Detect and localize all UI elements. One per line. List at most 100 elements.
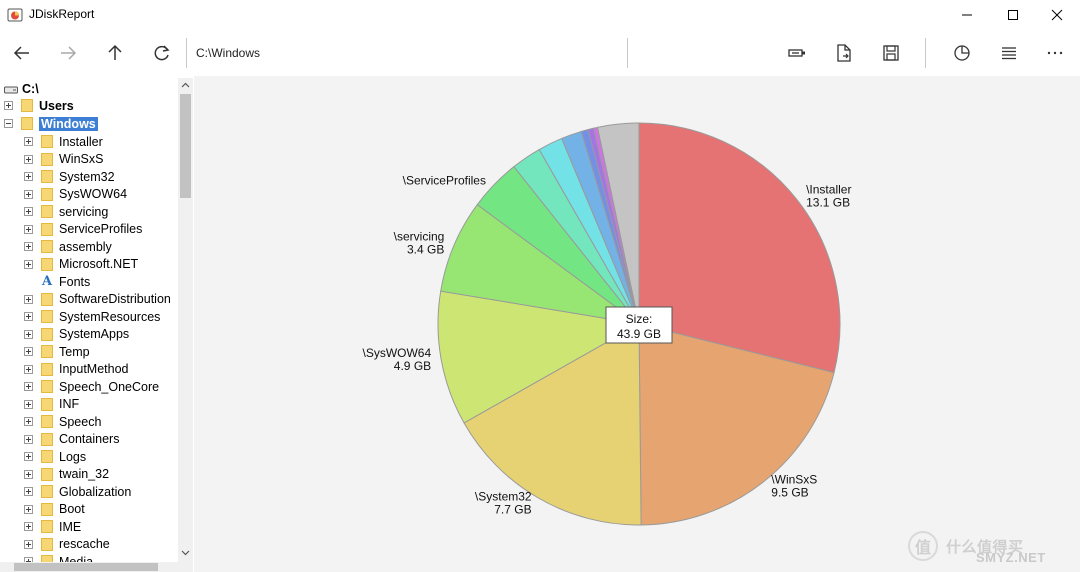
tree-item[interactable]: Speech [24, 413, 101, 430]
folder-icon [41, 345, 53, 358]
tree-item-label: SoftwareDistribution [59, 292, 171, 306]
expand-icon[interactable] [24, 207, 33, 216]
tree-item[interactable]: WinSxS [24, 151, 103, 168]
slice-name: \servicing [394, 229, 445, 243]
tree-item-label: Logs [59, 449, 87, 464]
tree-item[interactable]: SoftwareDistribution [24, 291, 171, 308]
title-bar: JDiskReport [0, 0, 1080, 30]
expand-icon[interactable] [24, 469, 33, 479]
expand-icon[interactable] [24, 539, 33, 549]
expand-icon[interactable] [24, 364, 33, 374]
scrollbar-thumb[interactable] [14, 563, 158, 571]
tree-root-label: C:\ [22, 81, 39, 96]
tree-root[interactable]: C:\ [4, 80, 39, 97]
tree-item[interactable]: INF [24, 396, 79, 413]
refresh-button[interactable] [146, 38, 178, 68]
list-view-button[interactable] [993, 38, 1025, 68]
expand-icon[interactable] [24, 504, 33, 514]
tree-item[interactable]: Logs [24, 448, 86, 465]
expand-icon[interactable] [24, 399, 33, 409]
minimize-button[interactable] [944, 0, 990, 30]
tree-item[interactable]: System32 [24, 168, 115, 185]
pie-view-button[interactable] [946, 38, 978, 68]
maximize-button[interactable] [990, 0, 1036, 30]
expand-icon[interactable] [24, 487, 33, 496]
tree-item-label: SysWOW64 [59, 187, 128, 201]
tree-item[interactable]: InputMethod [24, 361, 129, 378]
scroll-down-icon[interactable] [181, 548, 190, 557]
folder-icon [41, 292, 53, 306]
expand-icon[interactable] [24, 382, 33, 391]
total-size-title: Size: [626, 312, 653, 326]
toolbar-divider [627, 38, 628, 68]
expand-icon[interactable] [24, 434, 33, 444]
tree-item[interactable]: servicing [24, 203, 108, 220]
folder-icon [41, 520, 53, 533]
tree-item[interactable]: Containers [24, 431, 119, 448]
tree-item[interactable]: Installer [24, 133, 103, 150]
tree-item[interactable]: SystemApps [24, 326, 129, 343]
tree-item-users[interactable]: Users [4, 97, 74, 114]
expand-icon[interactable] [24, 294, 33, 304]
tree-item[interactable]: SystemResources [24, 308, 160, 325]
tree-item[interactable]: Temp [24, 343, 90, 360]
tree-item[interactable]: IME [24, 518, 81, 535]
collapse-icon[interactable] [4, 119, 13, 128]
expand-icon[interactable] [24, 417, 33, 426]
tree-item-label: Users [39, 98, 74, 113]
chart-panel: \Installer 13.1 GB \WinSxS 9.5 GB \System32 7… [194, 76, 1080, 572]
scan-button[interactable] [781, 38, 813, 68]
expand-icon[interactable] [24, 522, 33, 531]
tree-item-label: Temp [59, 344, 90, 359]
back-button[interactable] [6, 38, 38, 68]
close-button[interactable] [1034, 0, 1080, 30]
tree-item[interactable]: SysWOW64 [24, 186, 127, 203]
save-button[interactable] [875, 38, 907, 68]
tree-item-label: assembly [59, 239, 112, 254]
forward-button[interactable] [52, 38, 84, 68]
expand-icon[interactable] [24, 224, 33, 234]
scroll-up-icon[interactable] [181, 81, 190, 90]
slice-name: \ServiceProfiles [403, 173, 486, 187]
expand-icon[interactable] [24, 347, 33, 356]
tree-item[interactable]: A Fonts [24, 273, 90, 290]
expand-icon[interactable] [24, 154, 33, 164]
path-field[interactable]: C:\Windows [196, 46, 260, 60]
tree-item[interactable]: Media [24, 553, 93, 562]
tree-item[interactable]: Speech_OneCore [24, 378, 159, 395]
export-button[interactable] [828, 38, 860, 68]
expand-icon[interactable] [24, 452, 33, 461]
expand-icon[interactable] [24, 259, 33, 269]
slice-size: 13.1 GB [806, 196, 850, 210]
forward-icon [61, 46, 77, 60]
tree-item[interactable]: ServiceProfiles [24, 221, 142, 238]
slice-label: \Installer13.1 GB [806, 183, 851, 210]
expand-icon[interactable] [24, 312, 33, 321]
pie-chart[interactable]: \Installer13.1 GB \WinSxS9.5 GB \System327… [194, 76, 1080, 572]
tree-item[interactable]: Globalization [24, 483, 131, 500]
up-button[interactable] [99, 38, 131, 68]
slice-label: \SysWOW644.9 GB [362, 346, 431, 373]
folder-icon [41, 555, 53, 562]
expand-icon[interactable] [24, 172, 33, 181]
expand-icon[interactable] [24, 189, 33, 199]
expand-icon[interactable] [24, 242, 33, 251]
tree-horizontal-scrollbar[interactable] [0, 562, 193, 572]
tree-item-windows[interactable]: Windows [4, 115, 98, 132]
refresh-icon [154, 45, 170, 61]
scrollbar-thumb[interactable] [180, 94, 191, 198]
more-button[interactable] [1039, 38, 1071, 68]
tree-item[interactable]: twain_32 [24, 466, 109, 483]
folder-icon [21, 117, 33, 130]
folder-icon [41, 257, 53, 271]
tree-item-label: rescache [59, 537, 110, 551]
expand-icon[interactable] [4, 101, 13, 110]
tree-item[interactable]: Boot [24, 501, 85, 518]
tree-item[interactable]: Microsoft.NET [24, 256, 138, 273]
expand-icon[interactable] [24, 329, 33, 339]
tree-item[interactable]: assembly [24, 238, 112, 255]
tree-item[interactable]: rescache [24, 536, 110, 553]
save-icon [883, 45, 899, 61]
expand-icon[interactable] [24, 137, 33, 146]
tree-vertical-scrollbar[interactable] [178, 78, 193, 562]
